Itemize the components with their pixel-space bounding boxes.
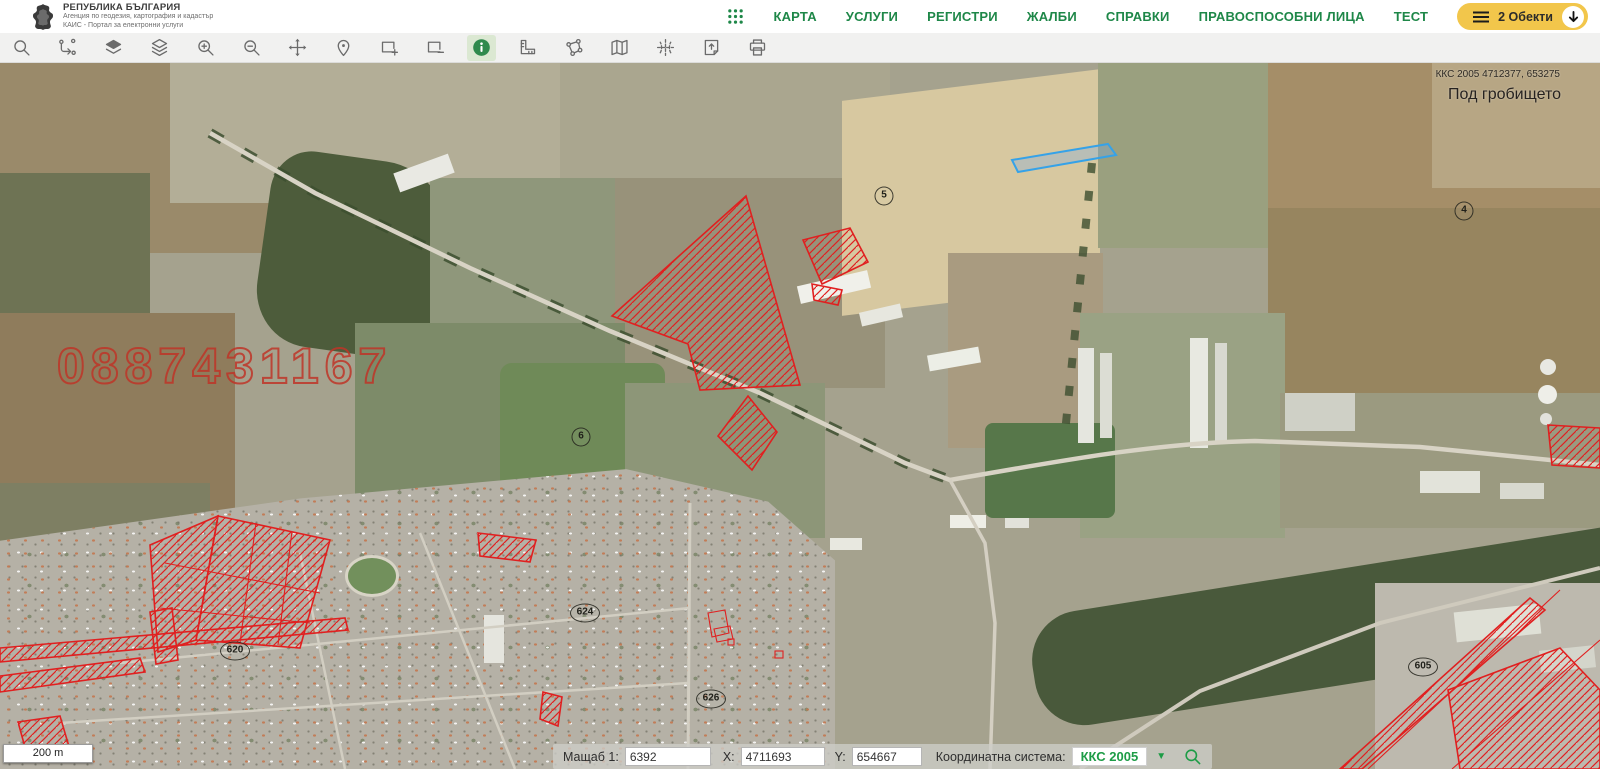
nav-registri[interactable]: РЕГИСТРИ <box>927 9 998 24</box>
agency-logo: РЕПУБЛИКА БЪЛГАРИЯ Агенция по геодезия, … <box>0 2 213 31</box>
east-road <box>950 441 1600 480</box>
restricted-parcel-polygon <box>612 196 800 390</box>
restricted-parcel-polygon <box>803 228 868 284</box>
coat-of-arms-icon <box>30 3 56 31</box>
header: РЕПУБЛИКА БЪЛГАРИЯ Агенция по геодезия, … <box>0 0 1600 33</box>
parcel-outline <box>708 610 729 637</box>
layers-icon <box>103 37 124 58</box>
locality-label: Под гробището <box>1448 86 1561 104</box>
search-icon <box>11 37 32 58</box>
restricted-parcel-polygon <box>540 692 562 726</box>
parcel-number-label: 5 <box>875 187 894 206</box>
restricted-parcel-polygon <box>1548 425 1600 468</box>
tool-map-overview-button[interactable] <box>605 35 634 61</box>
nav-uslugi[interactable]: УСЛУГИ <box>846 9 898 24</box>
tool-measure-length-button[interactable] <box>513 35 542 61</box>
parcel-number-label: 624 <box>570 604 600 623</box>
nav-zhalbi[interactable]: ЖАЛБИ <box>1027 9 1077 24</box>
tool-info-button[interactable] <box>467 35 496 61</box>
zoom-out-icon <box>241 37 262 58</box>
parcel-outline <box>775 651 783 658</box>
tool-zoom-rect-out-button[interactable] <box>421 35 450 61</box>
parcel-number-label: 620 <box>220 642 250 661</box>
measure-area-icon <box>563 37 584 58</box>
restricted-parcel-polygon <box>718 396 777 470</box>
parcel-number-label: 605 <box>1408 658 1438 677</box>
scale-input[interactable] <box>625 747 711 766</box>
coordinates-search-button[interactable] <box>1183 747 1202 766</box>
tool-search-button[interactable] <box>7 35 36 61</box>
crosshair-coordinates-icon <box>655 37 676 58</box>
x-coordinate-input[interactable] <box>741 747 825 766</box>
measure-length-icon <box>517 37 538 58</box>
tool-snap-coordinates-button[interactable] <box>651 35 680 61</box>
map-viewport[interactable]: 0887431167 5 4 6 624 620 626 605 ККС 2005 4712… <box>0 63 1600 769</box>
search-icon <box>1183 747 1202 766</box>
layers-stack-icon <box>149 37 170 58</box>
tool-zoom-in-button[interactable] <box>191 35 220 61</box>
street <box>60 683 688 723</box>
tool-layers-stack-button[interactable] <box>145 35 174 61</box>
nav-test[interactable]: ТЕСТ <box>1394 9 1428 24</box>
download-objects-button[interactable] <box>1562 6 1584 28</box>
selected-parcel-polygon[interactable] <box>1012 144 1116 172</box>
watermark-phone: 0887431167 <box>57 338 392 394</box>
objects-menu-button[interactable]: 2 Обекти <box>1457 3 1588 30</box>
nav-karta[interactable]: КАРТА <box>773 9 816 24</box>
zoom-rect-in-icon <box>379 37 400 58</box>
info-icon <box>471 37 492 58</box>
hamburger-icon <box>1473 11 1489 23</box>
scale-label: Мащаб 1: <box>563 750 619 764</box>
parcel-number-label: 626 <box>696 690 726 709</box>
restricted-parcel-polygon <box>812 284 842 305</box>
org-title: РЕПУБЛИКА БЪЛГАРИЯ <box>63 2 213 13</box>
cursor-coordinates-readout: ККС 2005 4712377, 653275 <box>1436 69 1560 80</box>
tree-row <box>1065 163 1092 433</box>
tool-route-button[interactable] <box>53 35 82 61</box>
map-toolbar <box>0 33 1600 63</box>
down-arrow-icon <box>1568 11 1579 23</box>
tool-pan-button[interactable] <box>283 35 312 61</box>
street <box>688 503 690 769</box>
main-nav: КАРТА УСЛУГИ РЕГИСТРИ ЖАЛБИ СПРАВКИ ПРАВ… <box>727 3 1600 30</box>
nav-spravki[interactable]: СПРАВКИ <box>1106 9 1170 24</box>
folded-map-icon <box>609 37 630 58</box>
restricted-parcel-polygon <box>0 658 145 692</box>
x-label: X: <box>723 750 735 764</box>
crs-dropdown-caret-icon[interactable]: ▼ <box>1153 751 1169 762</box>
tool-locate-button[interactable] <box>329 35 358 61</box>
tool-zoom-rect-in-button[interactable] <box>375 35 404 61</box>
y-coordinate-input[interactable] <box>852 747 922 766</box>
parcel-number-label: 4 <box>1455 202 1474 221</box>
restricted-parcel-polygon <box>478 533 536 562</box>
parcel-number-label: 6 <box>572 428 591 447</box>
nav-pravosposobni-litsa[interactable]: ПРАВОСПОСОБНИ ЛИЦА <box>1199 9 1365 24</box>
pan-icon <box>287 37 308 58</box>
south-road <box>950 480 995 769</box>
crs-dropdown[interactable]: ККС 2005 <box>1072 747 1148 766</box>
zoom-rect-out-icon <box>425 37 446 58</box>
objects-count-label: 2 Обекти <box>1498 10 1553 24</box>
route-icon <box>57 37 78 58</box>
tool-zoom-out-button[interactable] <box>237 35 266 61</box>
crs-label: Координатна система: <box>936 750 1066 764</box>
tool-print-button[interactable] <box>743 35 772 61</box>
org-subtitle-2: КАИС - Портал за електронни услуги <box>63 22 213 31</box>
tool-export-button[interactable] <box>697 35 726 61</box>
location-pin-icon <box>333 37 354 58</box>
y-label: Y: <box>835 750 846 764</box>
street <box>420 533 515 769</box>
printer-icon <box>747 37 768 58</box>
apps-grid-icon[interactable] <box>727 8 744 25</box>
tool-layers-button[interactable] <box>99 35 128 61</box>
scale-bar: 200 m <box>3 744 93 763</box>
tool-measure-area-button[interactable] <box>559 35 588 61</box>
export-page-icon <box>701 37 722 58</box>
zoom-in-icon <box>195 37 216 58</box>
org-subtitle-1: Агенция по геодезия, картография и кадас… <box>63 13 213 22</box>
map-overlay: 0887431167 <box>0 63 1600 769</box>
map-status-bar: Мащаб 1: X: Y: Координатна система: ККС … <box>553 744 1212 769</box>
